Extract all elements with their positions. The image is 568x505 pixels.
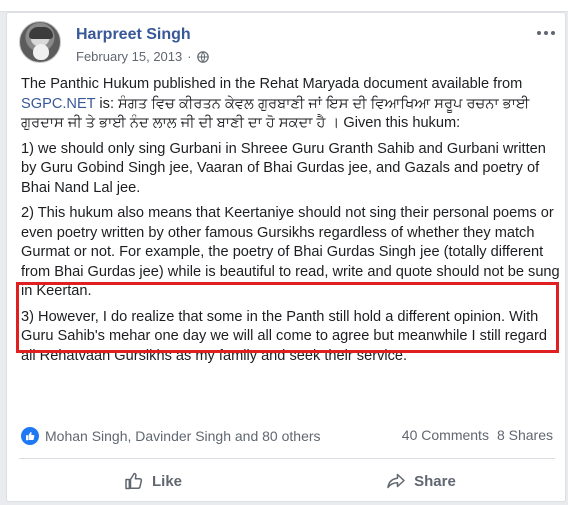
- thumbs-up-icon: [125, 472, 143, 490]
- post-date[interactable]: February 15, 2013: [76, 49, 182, 64]
- paragraph-1-suffix: is: ਸੰਗਤ ਵਿਚ ਕੀਰਤਨ ਕੇਵਲ ਗੁਰਬਾਣੀ ਜਾਂ ਇਸ ਦ…: [21, 95, 530, 132]
- avatar-turban: [29, 27, 53, 39]
- like-reaction-icon: [21, 427, 39, 445]
- share-label: Share: [414, 472, 456, 490]
- like-label: Like: [151, 472, 182, 490]
- top-strip: [0, 0, 568, 12]
- post-card: Harpreet Singh February 15, 2013 · The P…: [6, 12, 566, 502]
- reactions-text[interactable]: Mohan Singh, Davinder Singh and 80 other…: [45, 428, 321, 444]
- post-meta: February 15, 2013 ·: [76, 49, 209, 64]
- post-paragraph-3: 2) This hukum also means that Keertaniye…: [21, 205, 560, 299]
- post-paragraph-4: 3) However, I do realize that some in th…: [21, 308, 547, 364]
- reactions-summary[interactable]: Mohan Singh, Davinder Singh and 80 other…: [21, 427, 321, 445]
- like-button[interactable]: Like: [19, 465, 287, 497]
- shares-count[interactable]: 8 Shares: [497, 427, 553, 443]
- engagement-counts: 40 Comments 8 Shares: [402, 427, 553, 443]
- more-options-icon[interactable]: [537, 31, 555, 37]
- post-paragraph-2: 1) we should only sing Gurbani in Shreee…: [21, 140, 546, 196]
- paragraph-1-prefix: The Panthic Hukum published in the Rehat…: [21, 76, 523, 92]
- post-meta-separator: ·: [187, 49, 192, 64]
- share-icon: [387, 473, 405, 489]
- more-dot: [537, 31, 541, 35]
- post-body: The Panthic Hukum published in the Rehat…: [21, 75, 561, 372]
- sgpc-link[interactable]: SGPC.NET: [21, 96, 95, 112]
- post-actions: Like Share: [19, 465, 555, 497]
- globe-icon: [196, 50, 209, 63]
- more-dot: [544, 31, 548, 35]
- share-button[interactable]: Share: [287, 465, 555, 497]
- post-author[interactable]: Harpreet Singh: [76, 26, 191, 44]
- avatar-beard: [33, 44, 49, 60]
- comments-count[interactable]: 40 Comments: [402, 427, 489, 443]
- post-paragraph-1: The Panthic Hukum published in the Rehat…: [21, 75, 561, 134]
- actions-divider: [19, 458, 555, 459]
- avatar[interactable]: [19, 21, 61, 63]
- more-dot: [551, 31, 555, 35]
